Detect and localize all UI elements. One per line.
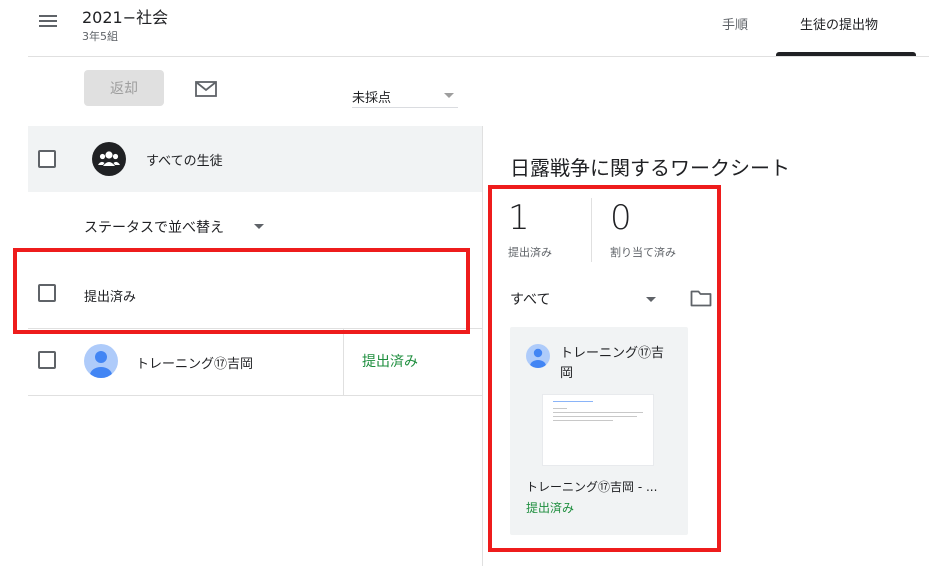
return-button[interactable]: 返却 xyxy=(84,70,164,106)
student-status: 提出済み xyxy=(362,354,418,370)
student-checkbox[interactable] xyxy=(38,351,56,369)
highlight-box xyxy=(13,248,470,334)
group-icon xyxy=(92,142,126,176)
menu-icon[interactable] xyxy=(36,12,60,34)
header-divider xyxy=(28,56,929,57)
divider xyxy=(343,329,344,395)
chevron-down-icon[interactable] xyxy=(254,224,264,229)
chevron-down-icon xyxy=(444,93,454,98)
student-name[interactable]: トレーニング⑰吉岡 xyxy=(136,353,253,372)
grade-filter-select[interactable]: 未採点 xyxy=(352,84,458,108)
tab-student-work[interactable]: 生徒の提出物 xyxy=(800,14,878,33)
highlight-box xyxy=(488,185,721,552)
sort-by-status-dropdown[interactable]: ステータスで並べ替え xyxy=(84,217,224,237)
panel-divider xyxy=(482,126,483,566)
email-icon[interactable] xyxy=(194,80,218,98)
all-students-label: すべての生徒 xyxy=(146,154,223,169)
class-section: 3年5組 xyxy=(82,30,118,43)
tab-instructions[interactable]: 手順 xyxy=(722,14,748,33)
select-all-checkbox[interactable] xyxy=(38,150,56,168)
avatar xyxy=(84,344,118,378)
divider xyxy=(28,395,482,396)
class-title: 2021−社会 xyxy=(82,8,169,27)
grade-filter-value: 未採点 xyxy=(352,91,392,106)
assignment-title: 日露戦争に関するワークシート xyxy=(510,156,790,180)
